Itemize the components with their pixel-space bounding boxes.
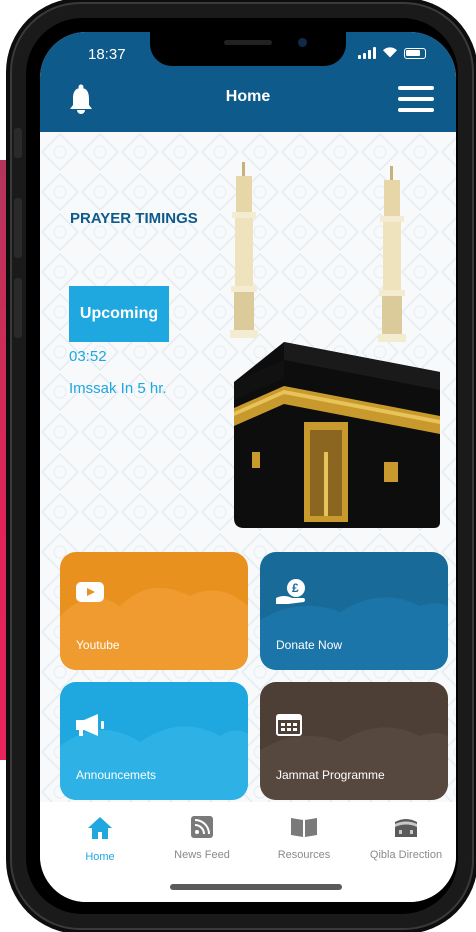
- nav-label-news-feed: News Feed: [174, 849, 230, 861]
- nav-label-home: Home: [85, 851, 115, 863]
- signal-icon: [358, 47, 376, 59]
- jammat-programme-tile[interactable]: Jammat Programme: [260, 682, 448, 800]
- kaaba-image: [230, 162, 440, 528]
- kaaba-icon: [395, 819, 417, 837]
- calendar-icon: [276, 714, 302, 736]
- upcoming-button[interactable]: Upcoming: [69, 286, 169, 342]
- battery-icon: [404, 47, 426, 59]
- svg-text:£: £: [292, 581, 299, 595]
- volume-up-button: [14, 198, 22, 258]
- rss-icon: [191, 816, 213, 838]
- prayer-timings-title: PRAYER TIMINGS: [70, 210, 198, 227]
- wifi-icon: [382, 46, 398, 60]
- status-time: 18:37: [88, 46, 126, 63]
- nav-label-resources: Resources: [277, 849, 331, 861]
- nav-item-home[interactable]: Home: [50, 816, 150, 863]
- donate-now-label: Donate Now: [276, 638, 343, 652]
- announcements-tile[interactable]: Announcemets: [60, 682, 248, 800]
- phone-screen: 18:37 Home PRAYER TIMINGS Upcoming 03:52…: [40, 32, 456, 902]
- home-icon: [88, 817, 112, 839]
- front-camera: [298, 38, 307, 47]
- speaker-grille: [224, 40, 272, 45]
- nav-item-news-feed[interactable]: News Feed: [152, 816, 252, 861]
- silent-switch: [14, 128, 22, 158]
- phone-frame: 18:37 Home PRAYER TIMINGS Upcoming 03:52…: [10, 2, 474, 930]
- next-prayer-label: Imssak In 5 hr.: [69, 380, 167, 397]
- donate-now-tile[interactable]: £ Donate Now: [260, 552, 448, 670]
- hamburger-menu-icon[interactable]: [398, 86, 434, 112]
- prayer-time: 03:52: [69, 348, 107, 365]
- nav-label-qibla-direction: Qibla Direction: [369, 849, 443, 861]
- volume-down-button: [14, 278, 22, 338]
- notch: [150, 32, 346, 66]
- left-minaret: [230, 162, 258, 338]
- youtube-label: Youtube: [76, 638, 120, 652]
- nav-item-qibla-direction[interactable]: Qibla Direction: [356, 816, 456, 861]
- status-icons: [358, 46, 426, 60]
- youtube-tile[interactable]: Youtube: [60, 552, 248, 670]
- nav-item-resources[interactable]: Resources: [254, 816, 354, 861]
- donate-icon: £: [276, 579, 305, 604]
- right-minaret: [378, 166, 406, 342]
- jammat-programme-label: Jammat Programme: [276, 768, 385, 782]
- megaphone-icon: [76, 714, 104, 736]
- page-title: Home: [225, 88, 271, 105]
- youtube-icon: [76, 582, 104, 602]
- announcements-label: Announcemets: [76, 768, 157, 782]
- main-content: PRAYER TIMINGS Upcoming 03:52 Imssak In …: [40, 132, 456, 802]
- book-icon: [291, 818, 317, 837]
- home-indicator[interactable]: [170, 884, 342, 890]
